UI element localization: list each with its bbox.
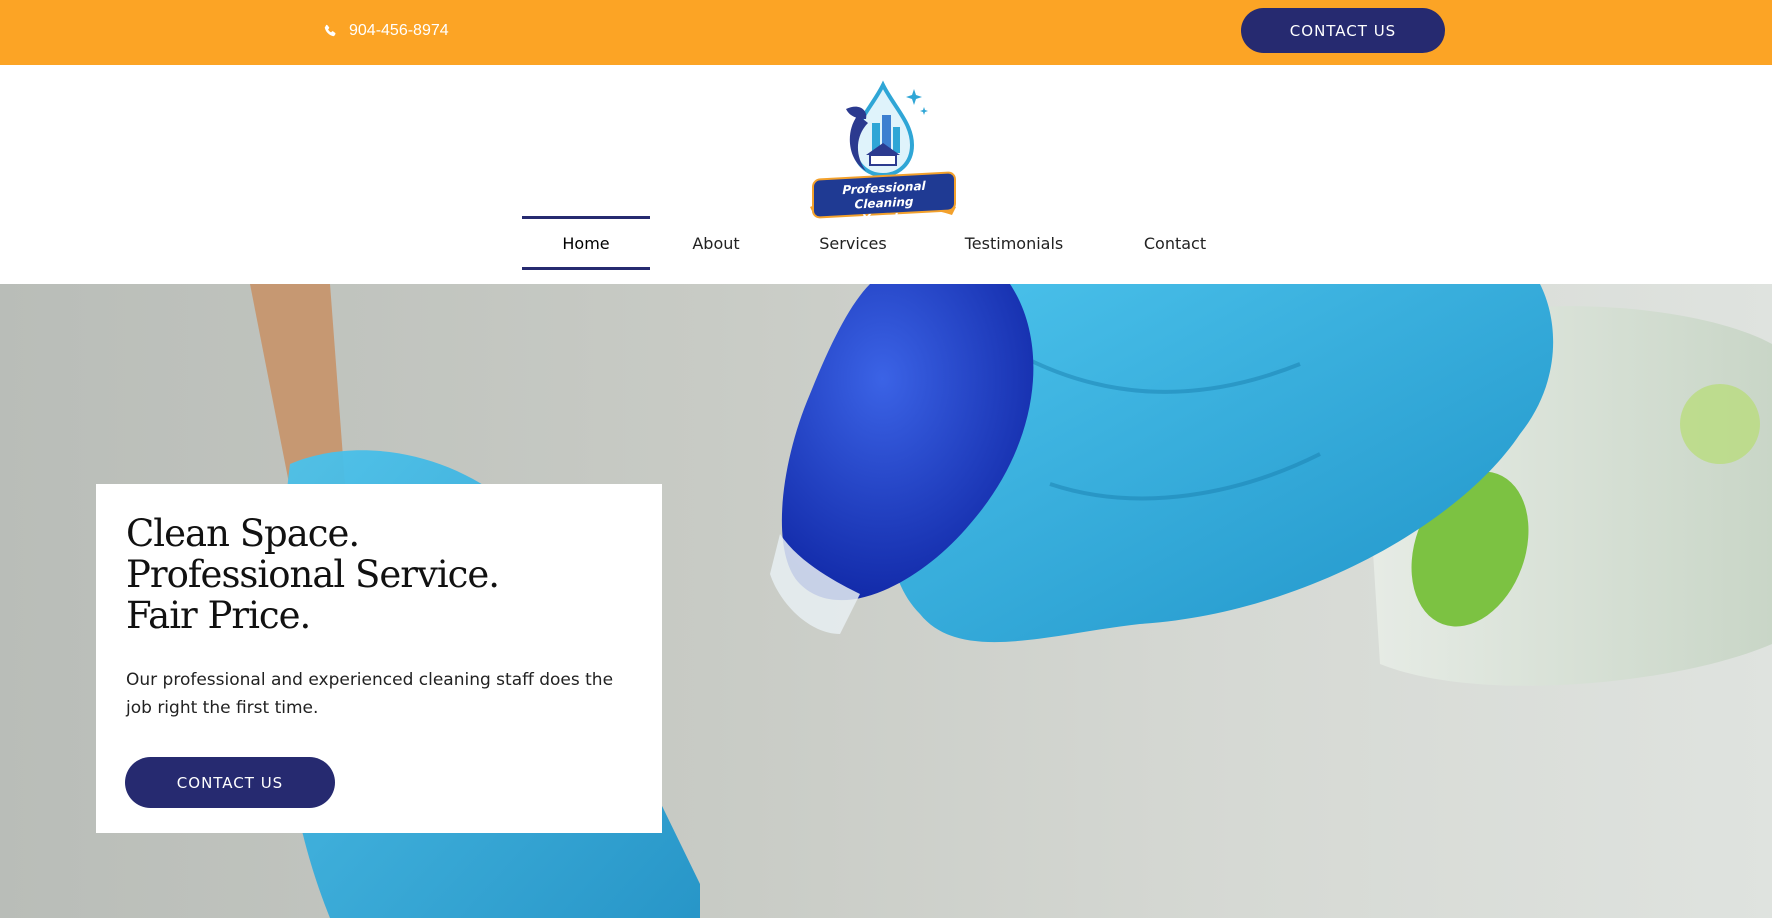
nav-item-services[interactable]: Services: [782, 216, 924, 270]
phone-link[interactable]: 904-456-8974: [323, 20, 449, 42]
hero-title-line1: Clean Space.: [126, 512, 360, 555]
hero-description: Our professional and experienced cleanin…: [126, 670, 614, 718]
hero-title: Clean Space. Professional Service. Fair …: [126, 513, 632, 636]
nav-item-home[interactable]: Home: [522, 216, 650, 270]
hero-contact-button[interactable]: CONTACT US: [125, 757, 335, 808]
top-bar: 904-456-8974 CONTACT US: [0, 0, 1772, 65]
hero-section: Clean Space. Professional Service. Fair …: [0, 284, 1772, 918]
phone-icon: [324, 24, 336, 37]
top-contact-button[interactable]: CONTACT US: [1241, 8, 1445, 53]
nav-item-testimonials[interactable]: Testimonials: [924, 216, 1104, 270]
phone-number: 904-456-8974: [349, 22, 449, 39]
hero-title-line2: Professional Service.: [126, 553, 500, 596]
nav-item-about[interactable]: About: [650, 216, 782, 270]
nav-item-contact[interactable]: Contact: [1104, 216, 1246, 270]
logo-wordmark: Professional Cleaning Xperts: [812, 171, 956, 226]
hero-title-line3: Fair Price.: [126, 594, 311, 637]
hero-card: Clean Space. Professional Service. Fair …: [96, 484, 662, 833]
main-nav: Home About Services Testimonials Contact: [522, 216, 1246, 270]
